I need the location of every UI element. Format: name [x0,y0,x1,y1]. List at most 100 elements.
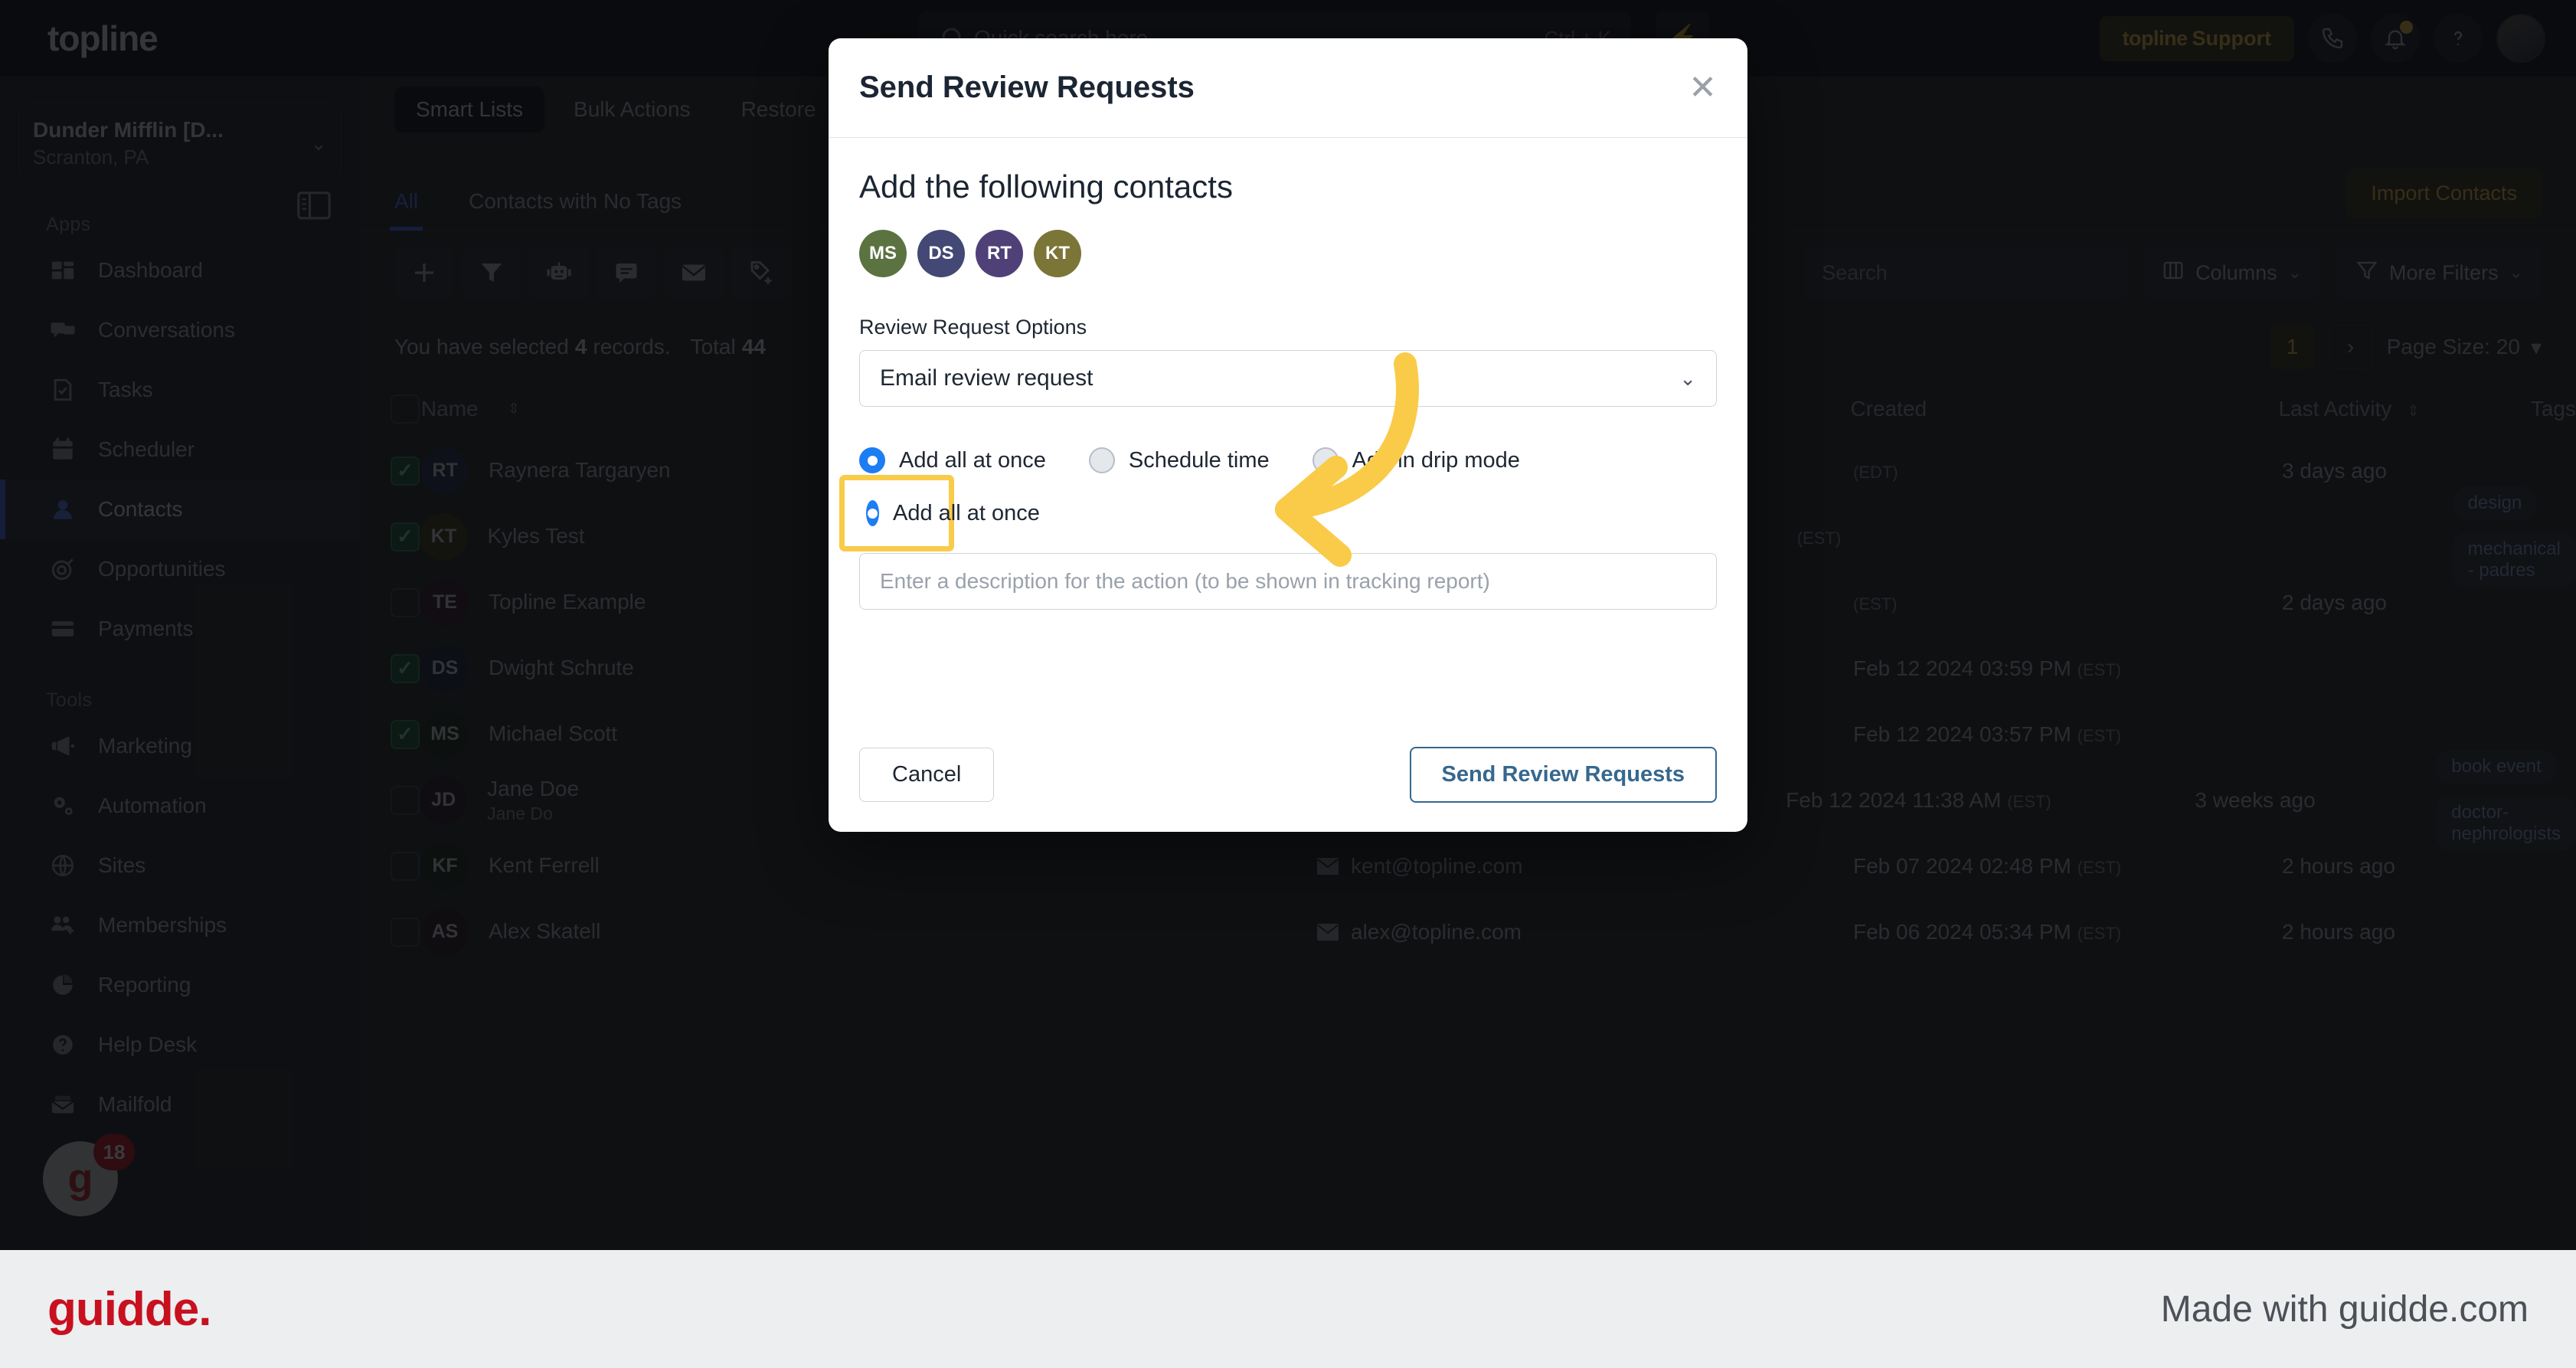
sidebar-item-label: Marketing [98,734,192,758]
sidebar-item-help-desk[interactable]: Help Desk [0,1015,360,1075]
sidebar-item-scheduler[interactable]: Scheduler [0,420,360,479]
sidebar-item-tasks[interactable]: Tasks [0,360,360,420]
created-date: Feb 12 2024 11:38 AM [1786,787,2002,812]
tab-smart-lists[interactable]: Smart Lists [394,87,545,133]
bell-icon[interactable] [2371,14,2420,63]
review-request-options-label: Review Request Options [859,316,1087,339]
radio-label: Add all at once [893,500,1040,525]
cell-last-activity: 3 weeks ago [2195,787,2316,812]
cancel-button[interactable]: Cancel [859,747,995,802]
cell-created: Feb 06 2024 05:34 PM (EST) [1853,920,2282,944]
tag-chip[interactable]: doctor-nephrologists [2436,795,2576,851]
row-checkbox[interactable]: ✓ [360,653,421,683]
sidebar-item-mailfold[interactable]: Mailfold [0,1075,360,1134]
page-size-label: Page Size: 20 [2386,335,2520,358]
tag-chip[interactable]: book event [2436,749,2557,784]
support-brand-label: topline [2122,26,2189,50]
workspace-switcher[interactable]: Dunder Mifflin [D... Scranton, PA ⌄ [18,103,342,183]
page-number-1[interactable]: 1 [2270,325,2315,369]
contact-name: Michael Scott [489,722,618,746]
cell-name[interactable]: KF Kent Ferrell [421,842,934,890]
table-row[interactable]: AS Alex Skatell alex@topline.com Feb 06 202… [360,899,2576,965]
highlighted-radio-option[interactable]: Add all at once [845,480,1040,546]
more-filters-dropdown[interactable]: More Filters ⌄ [2337,247,2542,299]
radio-add-in-drip-mode[interactable]: Add in drip mode [1312,447,1520,473]
columns-dropdown[interactable]: Columns ⌄ [2143,247,2321,299]
row-checkbox[interactable] [360,851,421,881]
column-header-tags[interactable]: Tags [2531,397,2576,421]
row-checkbox[interactable] [360,587,421,617]
name-stack: Jane Doe Jane Do [487,777,579,824]
sidebar-item-contacts[interactable]: Contacts [0,479,360,539]
tag-add-icon[interactable] [731,247,791,299]
row-checkbox[interactable]: ✓ [360,719,421,749]
action-description-input[interactable]: Enter a description for the action (to b… [859,553,1717,610]
page-size-dropdown[interactable]: Page Size: 20 ▾ [2387,335,2542,360]
sidebar-item-conversations[interactable]: Conversations [0,300,360,360]
envelope-icon[interactable] [664,247,724,299]
sidebar-item-marketing[interactable]: Marketing [0,716,360,776]
cell-name[interactable]: AS Alex Skatell [421,908,934,956]
tab-bulk-actions[interactable]: Bulk Actions [552,87,712,133]
search-input[interactable]: Search [1805,247,2127,299]
name-stack: Michael Scott [489,722,617,746]
column-header-last-activity[interactable]: Last Activity ⇕ [2278,397,2530,421]
import-contacts-button[interactable]: Import Contacts [2346,169,2542,218]
sidebar-item-memberships[interactable]: Memberships [0,895,360,955]
name-stack: Topline Example [489,590,646,614]
chat-icon[interactable] [597,247,656,299]
phone-icon[interactable] [2308,14,2357,63]
close-icon[interactable]: ✕ [1688,70,1717,105]
name-stack: Kent Ferrell [489,853,600,878]
checkbox-checked-icon: ✓ [391,653,420,683]
row-checkbox[interactable]: ✓ [360,456,421,486]
tag-chip[interactable]: design [2452,486,2538,520]
cell-last-activity: 2 days ago [2282,590,2387,614]
cell-last-activity: 2 hours ago [2282,853,2395,878]
sidebar-item-label: Memberships [98,913,227,937]
people-add-icon [46,911,80,939]
help-icon[interactable] [2434,14,2483,63]
radio-add-all-at-once[interactable]: Add all at once [859,447,1046,473]
select-all-checkbox[interactable] [360,394,421,424]
subtab-contacts-with-no-tags[interactable]: Contacts with No Tags [469,189,682,231]
column-label: Last Activity [2278,396,2392,421]
support-label: Support [2192,26,2271,50]
row-checkbox[interactable] [360,917,421,947]
radio-schedule-time[interactable]: Schedule time [1088,447,1270,473]
row-checkbox[interactable]: ✓ [360,522,420,551]
highlight-box-add-all-at-once[interactable]: Add all at once [839,475,1040,551]
sidebar-item-dashboard[interactable]: Dashboard [0,241,360,300]
avatar: KF [421,842,469,890]
panel-collapse-icon[interactable] [297,191,331,220]
table-row[interactable]: KF Kent Ferrell kent@topline.com Feb 07 202… [360,833,2576,899]
plus-icon[interactable] [394,247,454,299]
send-review-requests-button[interactable]: Send Review Requests [1409,746,1717,803]
review-request-options-select[interactable]: Email review request ⌄ [859,350,1717,407]
created-date: Feb 06 2024 05:34 PM [1853,919,2071,944]
sidebar-item-reporting[interactable]: Reporting [0,955,360,1015]
created-timezone: (EST) [1796,528,1842,548]
brand-logo-wrap[interactable]: topline [0,18,360,59]
sidebar-item-payments[interactable]: Payments [0,599,360,659]
tag-chip[interactable]: mechanical - padres [2452,532,2576,587]
sidebar: Dunder Mifflin [D... Scranton, PA ⌄ Apps… [0,77,360,1250]
brand-logo: topline [47,18,159,58]
row-checkbox[interactable] [360,785,420,815]
created-timezone: (EST) [1853,594,1898,614]
sidebar-item-opportunities[interactable]: Opportunities [0,539,360,599]
sidebar-item-sites[interactable]: Sites [0,836,360,895]
sidebar-item-automation[interactable]: Automation [0,776,360,836]
guidde-logo-mark: g [67,1156,93,1202]
avatar[interactable] [2496,14,2545,63]
column-header-created[interactable]: Created [1850,397,2278,421]
subtab-all[interactable]: All [389,189,423,231]
credit-card-icon [46,615,80,643]
chevron-right-icon[interactable]: › [2328,325,2373,369]
support-button[interactable]: topline Support [2099,15,2294,61]
filter-icon[interactable] [462,247,521,299]
selected-option-label: Email review request [880,365,1093,391]
calendar-icon [46,436,80,463]
robot-icon[interactable] [529,247,589,299]
tab-restore[interactable]: Restore [720,87,838,133]
